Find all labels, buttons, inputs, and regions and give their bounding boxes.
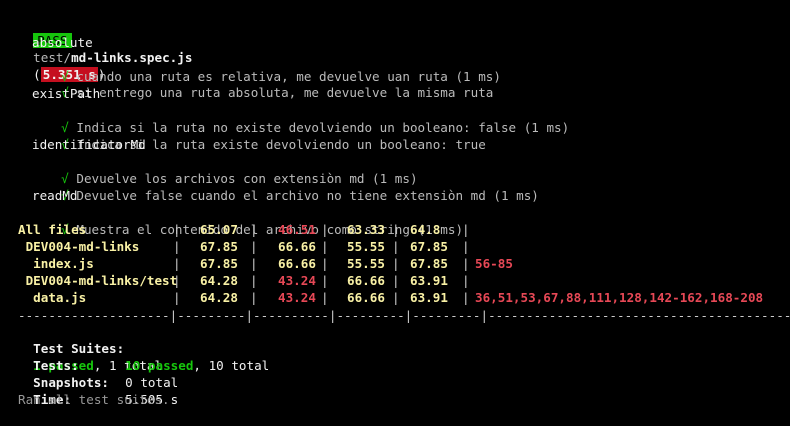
column-divider: | [250, 222, 258, 237]
coverage-stmts: 65.07 [200, 222, 238, 237]
summary-tests: Tests: 10 passed, 10 total [18, 340, 269, 373]
coverage-lines: 67.85 [410, 239, 448, 254]
column-divider: | [250, 256, 258, 271]
test-result: √ Indica si la ruta no existe devolviend… [46, 102, 569, 135]
suite-name: readMd [32, 188, 78, 203]
test-file-header: PASS test/md-links.spec.js (5.351 s) [18, 15, 192, 82]
coverage-branch: 66.66 [278, 256, 316, 271]
tests-total: , 10 total [193, 358, 270, 373]
coverage-funcs: 66.66 [347, 290, 385, 305]
terminal-window: { "header": { "badge": "PASS", "path_dir… [0, 0, 790, 426]
coverage-uncovered: 56-85 [475, 256, 513, 271]
coverage-row: index.js | 67.85 | 66.66 | 55.55 | 67.85 | 56-85 [0, 255, 790, 272]
coverage-lines: 64.8 [410, 222, 441, 237]
column-divider: | [392, 273, 400, 288]
column-divider: | [173, 222, 181, 237]
coverage-branch: 43.24 [278, 290, 316, 305]
coverage-file: DEV004-md-links/test [18, 273, 178, 288]
test-result: √ cuando una ruta es relativa, me devuel… [46, 51, 501, 84]
coverage-separator: --------------------|---------|---------… [18, 308, 790, 323]
test-title: Devuelve false cuando el archivo no tien… [76, 188, 539, 203]
open-paren: ( [33, 67, 41, 82]
column-divider: | [250, 273, 258, 288]
column-divider: | [321, 222, 329, 237]
column-divider: | [173, 290, 181, 305]
suite-name: absolute [32, 35, 93, 50]
coverage-file: index.js [18, 256, 94, 271]
column-divider: | [173, 239, 181, 254]
column-divider: | [250, 290, 258, 305]
coverage-funcs: 63.33 [347, 222, 385, 237]
column-divider: | [173, 256, 181, 271]
test-title: si entrego una ruta absoluta, me devuelv… [76, 85, 494, 100]
summary-snapshots: Snapshots: 0 total [18, 357, 178, 390]
coverage-stmts: 64.28 [200, 273, 238, 288]
column-divider: | [462, 273, 470, 288]
coverage-file: All files [18, 222, 87, 237]
coverage-branch: 46.51 [278, 222, 316, 237]
coverage-lines: 67.85 [410, 256, 448, 271]
summary-time: Time: 5.505 s [18, 374, 178, 407]
coverage-file: data.js [18, 290, 87, 305]
summary-test-suites: Test Suites: 1 passed, 1 total [18, 323, 162, 373]
test-result: √ Indica si la ruta existe devolviendo u… [46, 119, 486, 152]
column-divider: | [462, 239, 470, 254]
coverage-funcs: 55.55 [347, 256, 385, 271]
column-divider: | [392, 222, 400, 237]
column-divider: | [321, 239, 329, 254]
column-divider: | [173, 273, 181, 288]
column-divider: | [321, 256, 329, 271]
coverage-row: DEV004-md-links | 67.85 | 66.66 | 55.55 | 67.85 | [0, 238, 790, 255]
coverage-funcs: 55.55 [347, 239, 385, 254]
test-result: √ Devuelve los archivos con extensiòn md… [46, 153, 417, 186]
test-result: √ Muestra el contenido del archivo como … [46, 204, 463, 237]
coverage-file: DEV004-md-links [18, 239, 140, 254]
coverage-lines: 63.91 [410, 290, 448, 305]
column-divider: | [321, 290, 329, 305]
coverage-stmts: 67.85 [200, 256, 238, 271]
suite-name: identificatorMd [32, 137, 146, 152]
coverage-row: All files | 65.07 | 46.51 | 63.33 | 64.8 | [0, 221, 790, 238]
test-result: √ si entrego una ruta absoluta, me devue… [46, 67, 493, 100]
coverage-lines: 63.91 [410, 273, 448, 288]
column-divider: | [462, 256, 470, 271]
column-divider: | [392, 239, 400, 254]
summary-footer: Ran all test suites. [18, 392, 170, 407]
coverage-branch: 66.66 [278, 239, 316, 254]
column-divider: | [392, 290, 400, 305]
coverage-branch: 43.24 [278, 273, 316, 288]
column-divider: | [250, 239, 258, 254]
column-divider: | [392, 256, 400, 271]
suite-name: existPath [32, 86, 101, 101]
test-result: √ Devuelve false cuando el archivo no ti… [46, 170, 539, 203]
column-divider: | [321, 273, 329, 288]
column-divider: | [462, 222, 470, 237]
coverage-funcs: 66.66 [347, 273, 385, 288]
coverage-stmts: 67.85 [200, 239, 238, 254]
coverage-row: data.js | 64.28 | 43.24 | 66.66 | 63.91 | 36,51,53… [0, 289, 790, 306]
coverage-stmts: 64.28 [200, 290, 238, 305]
coverage-uncovered: 36,51,53,67,88,111,128,142-162,168-208 [475, 290, 764, 305]
coverage-row: DEV004-md-links/test | 64.28 | 43.24 | 66.66 | 6… [0, 272, 790, 289]
column-divider: | [462, 290, 470, 305]
